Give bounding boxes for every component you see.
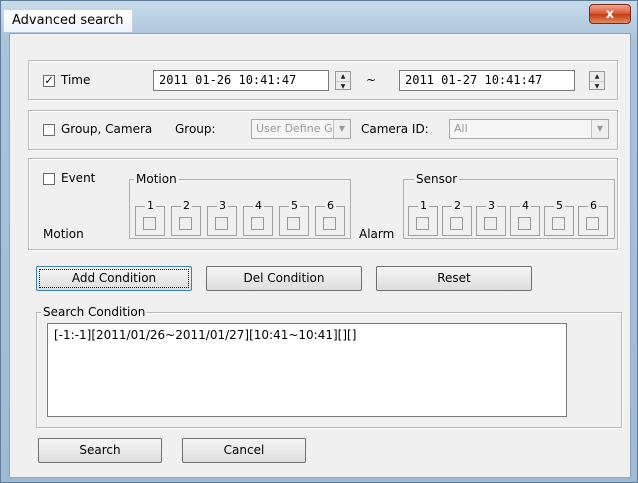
group-camera-label: Group, Camera <box>61 122 153 136</box>
motion-channel-6[interactable]: 6 <box>315 199 345 236</box>
close-button[interactable]: x <box>589 4 631 24</box>
sensor-channel-6[interactable]: 6 <box>578 199 608 236</box>
group-select[interactable]: User Define G ▼ <box>251 119 351 139</box>
sensor-checkbox[interactable] <box>518 217 531 230</box>
close-icon: x <box>605 7 615 22</box>
search-condition-label: Search Condition <box>41 305 148 319</box>
add-condition-button[interactable]: Add Condition <box>36 266 192 291</box>
sensor-channel-1[interactable]: 1 <box>408 199 438 236</box>
time-group: ✓ Time 2011 01-26 10:41:47 ▲ ▼ ~ 2011 01-… <box>28 60 618 100</box>
end-datetime-spinner[interactable]: ▲ ▼ <box>589 71 605 90</box>
chevron-down-icon[interactable]: ▼ <box>591 120 608 138</box>
sensor-checkbox[interactable] <box>416 217 429 230</box>
window-title: Advanced search <box>3 9 133 32</box>
sensor-checkbox[interactable] <box>484 217 497 230</box>
end-datetime-field[interactable]: 2011 01-27 10:41:47 <box>399 70 575 91</box>
group-camera-group: Group, Camera Group: User Define G ▼ Cam… <box>28 110 618 150</box>
advanced-search-window: Advanced search x ✓ Time 2011 01-26 10:4… <box>0 0 638 483</box>
motion-channel-2[interactable]: 2 <box>171 199 201 236</box>
camera-id-select-value: All <box>454 122 468 135</box>
sensor-channel-3[interactable]: 3 <box>476 199 506 236</box>
group-camera-checkbox[interactable] <box>43 124 55 136</box>
chevron-down-icon[interactable]: ▼ <box>333 120 350 138</box>
time-checkbox[interactable]: ✓ <box>43 75 55 87</box>
motion-channel-1[interactable]: 1 <box>135 199 165 236</box>
cancel-button[interactable]: Cancel <box>182 438 306 463</box>
sensor-subgroup-label: Sensor <box>414 172 460 186</box>
motion-checkbox[interactable] <box>215 217 228 230</box>
search-button[interactable]: Search <box>38 438 162 463</box>
camera-id-select[interactable]: All ▼ <box>449 119 609 139</box>
sensor-checkbox[interactable] <box>450 217 463 230</box>
spin-down-icon[interactable]: ▼ <box>590 81 604 91</box>
spin-down-icon[interactable]: ▼ <box>336 81 350 91</box>
start-datetime-field[interactable]: 2011 01-26 10:41:47 <box>153 70 329 91</box>
group-select-value: User Define G <box>256 122 333 135</box>
spin-up-icon[interactable]: ▲ <box>590 72 604 81</box>
title-bar[interactable]: Advanced search x <box>1 1 637 33</box>
sensor-channel-2[interactable]: 2 <box>442 199 472 236</box>
motion-subgroup-label: Motion <box>134 172 179 186</box>
event-group: Event Motion Motion 1 2 3 4 5 6 Alarm Se… <box>28 158 618 250</box>
event-checkbox[interactable] <box>43 173 55 185</box>
search-condition-textarea[interactable]: [-1:-1][2011/01/26~2011/01/27][10:41~10:… <box>47 323 567 417</box>
camera-id-label: Camera ID: <box>361 122 429 136</box>
start-datetime-spinner[interactable]: ▲ ▼ <box>335 71 351 90</box>
sensor-subgroup: Sensor 1 2 3 4 5 6 <box>403 173 615 239</box>
motion-subgroup: Motion 1 2 3 4 5 6 <box>129 173 351 239</box>
motion-row-label: Motion <box>43 227 84 241</box>
motion-channel-5[interactable]: 5 <box>279 199 309 236</box>
spin-up-icon[interactable]: ▲ <box>336 72 350 81</box>
range-separator: ~ <box>366 73 377 87</box>
sensor-channel-5[interactable]: 5 <box>544 199 574 236</box>
motion-checkbox[interactable] <box>287 217 300 230</box>
event-label: Event <box>61 171 96 185</box>
sensor-checkbox[interactable] <box>552 217 565 230</box>
reset-button[interactable]: Reset <box>376 266 532 291</box>
motion-channel-4[interactable]: 4 <box>243 199 273 236</box>
search-condition-group: Search Condition [-1:-1][2011/01/26~2011… <box>36 306 622 428</box>
motion-checkbox[interactable] <box>179 217 192 230</box>
sensor-checkbox[interactable] <box>586 217 599 230</box>
motion-checkbox[interactable] <box>251 217 264 230</box>
time-label: Time <box>61 73 91 87</box>
sensor-channel-4[interactable]: 4 <box>510 199 540 236</box>
alarm-label: Alarm <box>359 227 395 241</box>
del-condition-button[interactable]: Del Condition <box>206 266 362 291</box>
motion-checkbox[interactable] <box>143 217 156 230</box>
dialog-client-area: ✓ Time 2011 01-26 10:41:47 ▲ ▼ ~ 2011 01-… <box>9 33 631 478</box>
motion-checkbox[interactable] <box>323 217 336 230</box>
motion-channel-3[interactable]: 3 <box>207 199 237 236</box>
group-label: Group: <box>175 122 216 136</box>
